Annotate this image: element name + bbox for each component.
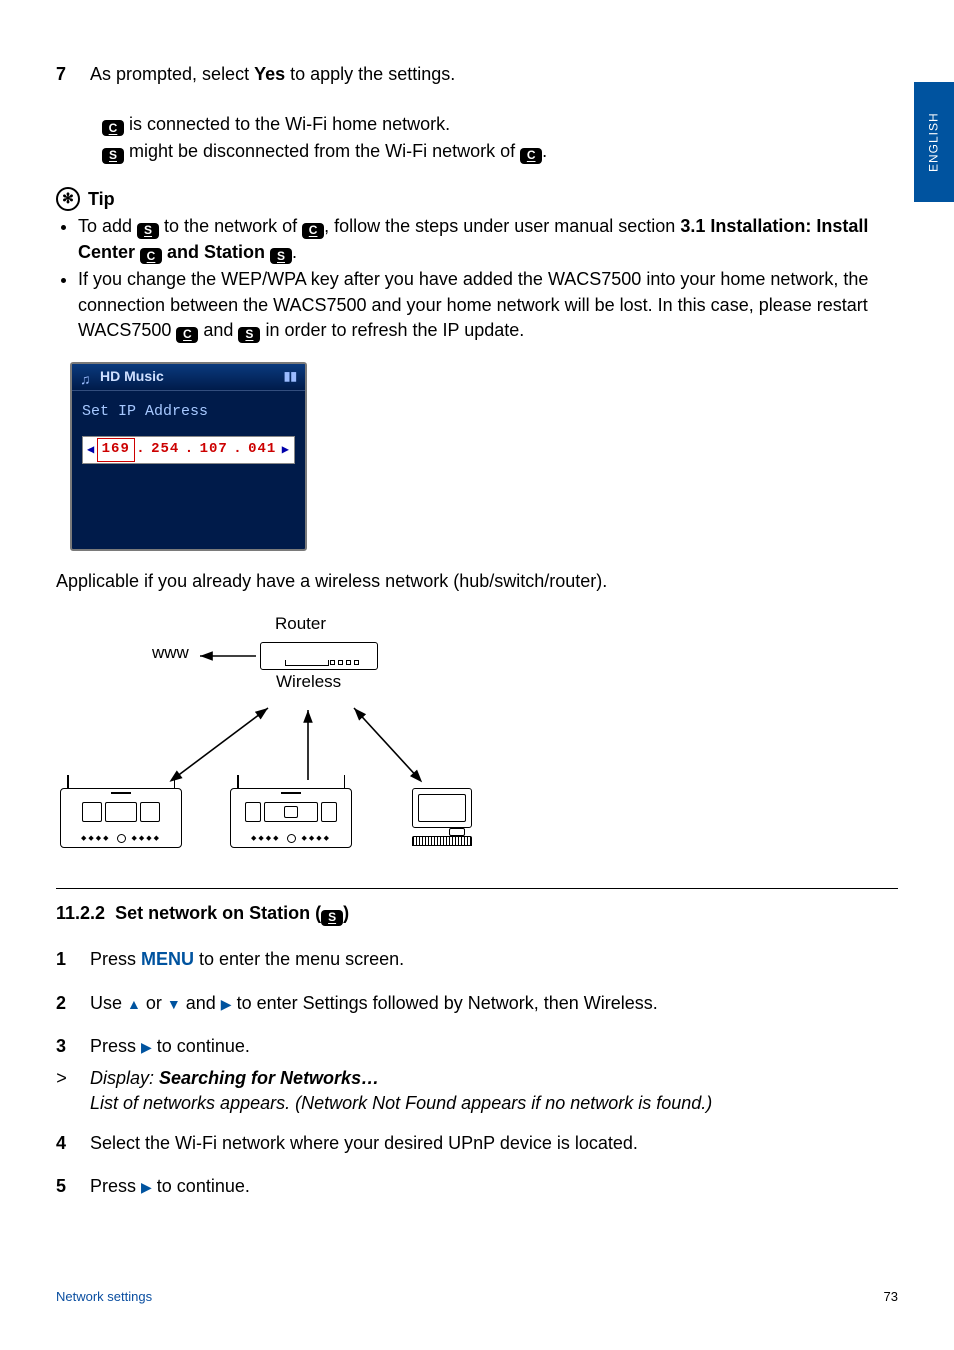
text: to enter Settings followed by Network, t… [232, 993, 658, 1013]
step-3: 3 Press ▶ to continue. [56, 1034, 898, 1060]
lcd-label: Set IP Address [82, 401, 295, 422]
network-diagram: Router www Wireless [70, 608, 490, 868]
page-number: 73 [884, 1288, 898, 1306]
step-number: 5 [56, 1174, 90, 1200]
text: to continue. [152, 1176, 250, 1196]
device-b-icon: ◆◆◆◆◆◆◆◆ [230, 788, 352, 848]
down-arrow-icon: ▼ [167, 995, 181, 1015]
and-station: and Station [162, 242, 270, 262]
badge-c-icon: C [102, 120, 124, 136]
pc-icon [412, 788, 474, 844]
result-block: > Display: Searching for Networks… List … [56, 1066, 898, 1117]
badge-s-icon: S [238, 327, 260, 343]
badge-c-icon: C [140, 248, 162, 264]
section-number: 11.2.2 [56, 903, 105, 923]
right-arrow-icon: ▶ [282, 442, 290, 459]
badge-c-icon: C [302, 223, 324, 239]
step-1: 1 Press MENU to enter the menu screen. [56, 947, 898, 973]
display-bold: Searching for Networks… [159, 1068, 379, 1088]
signal-icon: ▮▮ [284, 368, 297, 385]
tip-icon: ✻ [56, 187, 80, 211]
text: and [198, 320, 238, 340]
step-number: 2 [56, 991, 90, 1017]
text: Press [90, 1036, 141, 1056]
text: Press [90, 949, 141, 969]
text: As prompted, select [90, 64, 254, 84]
step-text: Press ▶ to continue. [90, 1034, 898, 1060]
text: . [542, 141, 547, 161]
ip-octet-1: 169 [97, 438, 135, 462]
step-text: Press MENU to enter the menu screen. [90, 947, 898, 973]
step-text: Press ▶ to continue. [90, 1174, 898, 1200]
text: to continue. [152, 1036, 250, 1056]
badge-s-icon: S [102, 148, 124, 164]
section-title-text: Set network on Station ( [115, 903, 321, 923]
menu-keyword: MENU [141, 949, 194, 969]
text: to the network of [159, 216, 302, 236]
text: in order to refresh the IP update. [260, 320, 524, 340]
badge-s-icon: S [137, 223, 159, 239]
text: List of networks appears. (Network Not F… [90, 1093, 712, 1113]
device-a-icon: ◆◆◆◆◆◆◆◆ [60, 788, 182, 848]
yes-label: Yes [254, 64, 285, 84]
text: , follow the steps under user manual sec… [324, 216, 680, 236]
step-number: 3 [56, 1034, 90, 1060]
text: is connected to the Wi-Fi home network. [124, 114, 450, 134]
lcd-screenshot: HD Music ▮▮ Set IP Address ◀ 169. 254. 1… [70, 362, 307, 551]
text: to enter the menu screen. [194, 949, 404, 969]
inset-line-1: C is connected to the Wi-Fi home network… [102, 112, 898, 138]
left-arrow-icon: ◀ [87, 442, 95, 459]
page: 7 As prompted, select Yes to apply the s… [0, 0, 954, 1200]
text: . [292, 242, 297, 262]
tip-item-2: If you change the WEP/WPA key after you … [78, 267, 898, 344]
step-text: As prompted, select Yes to apply the set… [90, 62, 898, 88]
tip-item-1: To add S to the network of C, follow the… [78, 214, 898, 265]
tip-list: To add S to the network of C, follow the… [56, 214, 898, 344]
text: or [141, 993, 167, 1013]
ip-octet-2: 254 [147, 439, 183, 461]
right-arrow-icon: ▶ [221, 995, 232, 1015]
badge-c-icon: C [176, 327, 198, 343]
footer: Network settings 73 [56, 1288, 898, 1306]
step-number: 1 [56, 947, 90, 973]
text: To add [78, 216, 137, 236]
ip-octet-3: 107 [196, 439, 232, 461]
ip-input-row: ◀ 169. 254. 107. 041 ▶ [82, 436, 295, 464]
right-arrow-icon: ▶ [141, 1038, 152, 1058]
tip-heading: ✻ Tip [56, 187, 898, 213]
step-number: 7 [56, 62, 90, 88]
ip-octet-4: 041 [244, 439, 280, 461]
badge-s-icon: S [321, 910, 343, 926]
text: and [181, 993, 221, 1013]
text: Use [90, 993, 127, 1013]
text: Display: [90, 1068, 159, 1088]
tip-label: Tip [88, 187, 115, 213]
lcd-titlebar: HD Music ▮▮ [72, 364, 305, 391]
language-tab: ENGLISH [914, 82, 954, 202]
inset-line-2: S might be disconnected from the Wi-Fi n… [102, 139, 898, 165]
badge-c-icon: C [520, 148, 542, 164]
up-arrow-icon: ▲ [127, 995, 141, 1015]
music-note-icon [80, 370, 94, 384]
step-5: 5 Press ▶ to continue. [56, 1174, 898, 1200]
step-text: Use ▲ or ▼ and ▶ to enter Settings follo… [90, 991, 898, 1017]
text: Press [90, 1176, 141, 1196]
section-heading: 11.2.2 Set network on Station (S) [56, 901, 898, 927]
step-4: 4 Select the Wi-Fi network where your de… [56, 1131, 898, 1157]
lcd-title: HD Music [100, 367, 164, 387]
badge-s-icon: S [270, 248, 292, 264]
result-marker: > [56, 1066, 90, 1117]
result-text: Display: Searching for Networks… List of… [90, 1066, 898, 1117]
step-text: Select the Wi-Fi network where your desi… [90, 1131, 898, 1157]
step-7: 7 As prompted, select Yes to apply the s… [56, 62, 898, 88]
applicable-text: Applicable if you already have a wireles… [56, 569, 898, 595]
inset-block: C is connected to the Wi-Fi home network… [102, 112, 898, 165]
divider [56, 888, 898, 889]
right-arrow-icon: ▶ [141, 1178, 152, 1198]
step-number: 4 [56, 1131, 90, 1157]
step-2: 2 Use ▲ or ▼ and ▶ to enter Settings fol… [56, 991, 898, 1017]
text: might be disconnected from the Wi-Fi net… [124, 141, 520, 161]
text: to apply the settings. [285, 64, 455, 84]
footer-section: Network settings [56, 1288, 152, 1306]
